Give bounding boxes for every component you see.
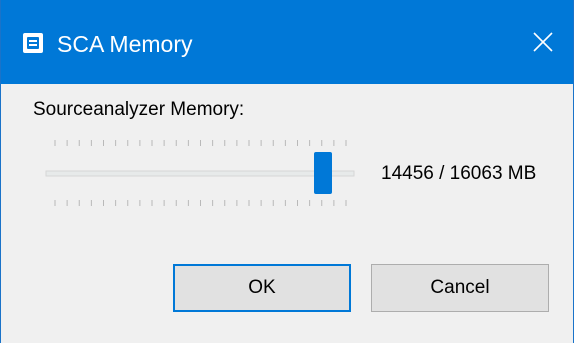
ok-button[interactable]: OK: [173, 264, 351, 312]
cancel-button[interactable]: Cancel: [371, 264, 549, 312]
memory-value-readout: 14456 / 16063 MB: [381, 163, 537, 184]
slider-track: [45, 170, 355, 177]
memory-label: Sourceanalyzer Memory:: [33, 99, 245, 120]
title-bar[interactable]: SCA Memory: [1, 0, 573, 84]
window-title: SCA Memory: [57, 31, 193, 57]
close-icon: [533, 32, 553, 52]
slider-ticks-top: [54, 140, 347, 146]
slider-thumb[interactable]: [314, 152, 332, 194]
close-button[interactable]: [511, 0, 573, 84]
memory-slider[interactable]: [41, 138, 361, 208]
sca-app-icon: [23, 33, 43, 53]
slider-ticks-bottom: [54, 200, 347, 206]
dialog-body: Sourceanalyzer Memory: 14456 / 16063 MB …: [1, 84, 573, 343]
sca-memory-dialog: SCA Memory Sourceanalyzer Memory: 14456 …: [0, 0, 574, 343]
